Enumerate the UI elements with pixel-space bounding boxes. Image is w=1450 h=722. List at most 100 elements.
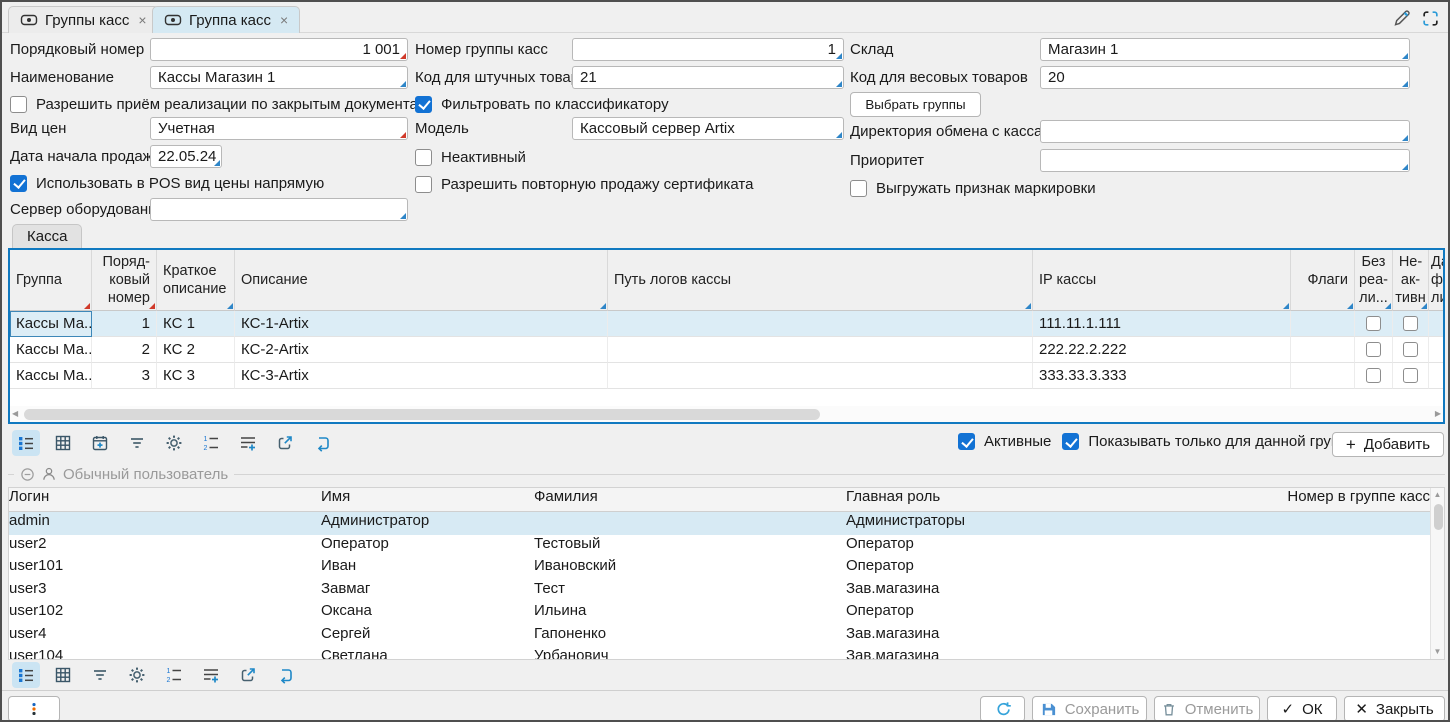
reload-icon[interactable] <box>308 430 336 456</box>
cell-flags[interactable] <box>1291 311 1355 337</box>
cash-table-row[interactable]: Кассы Ма... 1 КС 1 КС-1-Artix 111.11.1.1… <box>10 311 1443 337</box>
numbered-list-icon[interactable]: 12 <box>160 662 188 688</box>
cell-last[interactable]: Ильина <box>534 602 846 625</box>
marking-flag-checkbox[interactable]: Выгружать признак маркировки <box>850 178 1096 198</box>
inactive-checkbox[interactable]: Неактивный <box>415 147 526 167</box>
cell-last[interactable]: Урбанович <box>534 647 846 660</box>
inactive-checkbox[interactable] <box>1403 342 1418 357</box>
cell-seq[interactable]: 2 <box>92 337 157 363</box>
grid-view-icon[interactable] <box>49 430 77 456</box>
cell-num[interactable] <box>1256 647 1430 660</box>
scroll-right-icon[interactable]: ▶ <box>1435 410 1441 418</box>
numbered-list-icon[interactable]: 12 <box>197 430 225 456</box>
col-first-name[interactable]: Имя <box>321 488 534 512</box>
cell-first[interactable]: Оксана <box>321 602 534 625</box>
select-groups-button[interactable]: Выбрать группы <box>850 92 981 117</box>
only-group-filter-checkbox[interactable] <box>1062 433 1079 450</box>
cell-login[interactable]: user104 <box>9 647 321 660</box>
col-login[interactable]: Логин <box>9 488 321 512</box>
user-row[interactable]: user102 Оксана Ильина Оператор <box>9 602 1444 625</box>
tab-close-icon[interactable]: × <box>280 12 288 28</box>
col-group-number[interactable]: Номер в группе касс <box>1256 488 1430 512</box>
scroll-left-icon[interactable]: ◀ <box>12 410 18 418</box>
cell-role[interactable]: Оператор <box>846 602 1256 625</box>
cell-ip[interactable]: 222.22.2.222 <box>1033 337 1291 363</box>
cert-resale-checkbox[interactable]: Разрешить повторную продажу сертификата <box>415 174 753 194</box>
cell-short[interactable]: КС 1 <box>157 311 235 337</box>
add-row-icon[interactable] <box>234 430 262 456</box>
maximize-icon[interactable] <box>1418 7 1442 29</box>
user-row[interactable]: user2 Оператор Тестовый Оператор <box>9 535 1444 558</box>
col-log-path[interactable]: Путь логов кассы <box>608 250 1033 311</box>
more-actions-button[interactable] <box>8 696 60 722</box>
active-filter-checkbox[interactable] <box>958 433 975 450</box>
calendar-add-icon[interactable] <box>86 430 114 456</box>
cell-login[interactable]: user3 <box>9 580 321 603</box>
cell-first[interactable]: Оператор <box>321 535 534 558</box>
cell-num[interactable] <box>1256 512 1430 535</box>
collapse-icon[interactable] <box>20 467 35 482</box>
price-type-field[interactable]: Учетная <box>150 117 408 140</box>
cell-logs[interactable] <box>608 337 1033 363</box>
cell-last[interactable]: Тест <box>534 580 846 603</box>
col-flags[interactable]: Флаги <box>1291 250 1355 311</box>
cell-flags[interactable] <box>1291 363 1355 389</box>
cell-group[interactable]: Кассы Ма... <box>10 363 92 389</box>
cash-table-row[interactable]: Кассы Ма... 3 КС 3 КС-3-Artix 333.33.3.3… <box>10 363 1443 389</box>
scrollbar-thumb[interactable] <box>24 409 820 420</box>
checkbox-checked-icon[interactable] <box>415 96 432 113</box>
seq-number-field[interactable]: 1 001 <box>150 38 408 61</box>
cell-last[interactable]: Ивановский <box>534 557 846 580</box>
gear-icon[interactable] <box>160 430 188 456</box>
checkbox-icon[interactable] <box>10 96 27 113</box>
cell-login[interactable]: admin <box>9 512 321 535</box>
cell-ip[interactable]: 111.11.1.111 <box>1033 311 1291 337</box>
hw-server-field[interactable] <box>150 198 408 221</box>
cell-first[interactable]: Светлана <box>321 647 534 660</box>
cell-logs[interactable] <box>608 311 1033 337</box>
user-row[interactable]: user101 Иван Ивановский Оператор <box>9 557 1444 580</box>
cell-first[interactable]: Иван <box>321 557 534 580</box>
gear-icon[interactable] <box>123 662 151 688</box>
cash-table-row[interactable]: Кассы Ма... 2 КС 2 КС-2-Artix 222.22.2.2… <box>10 337 1443 363</box>
cell-first[interactable]: Завмаг <box>321 580 534 603</box>
sales-date-field[interactable]: 22.05.24 <box>150 145 222 168</box>
checkbox-checked-icon[interactable] <box>10 175 27 192</box>
cell-role[interactable]: Оператор <box>846 535 1256 558</box>
cell-first[interactable]: Администратор <box>321 512 534 535</box>
tab-kassa[interactable]: Касса <box>12 224 82 248</box>
weight-code-field[interactable]: 20 <box>1040 66 1410 89</box>
exchange-dir-field[interactable] <box>1040 120 1410 143</box>
cell-login[interactable]: user102 <box>9 602 321 625</box>
cell-desc[interactable]: КС-1-Artix <box>235 311 608 337</box>
scroll-down-icon[interactable]: ▼ <box>1434 648 1442 656</box>
col-description[interactable]: Описание <box>235 250 608 311</box>
cell-seq[interactable]: 3 <box>92 363 157 389</box>
scrollbar-thumb[interactable] <box>1434 504 1443 530</box>
cell-num[interactable] <box>1256 602 1430 625</box>
col-no-realization[interactable]: Без реа- ли... <box>1355 250 1393 311</box>
checkbox-icon[interactable] <box>850 180 867 197</box>
col-main-role[interactable]: Главная роль <box>846 488 1256 512</box>
scroll-up-icon[interactable]: ▲ <box>1434 491 1442 499</box>
col-clipped[interactable]: Да фи ли <box>1429 250 1443 311</box>
user-row[interactable]: user3 Завмаг Тест Зав.магазина <box>9 580 1444 603</box>
user-row[interactable]: admin Администратор Администраторы <box>9 512 1444 535</box>
cell-role[interactable]: Администраторы <box>846 512 1256 535</box>
inactive-checkbox[interactable] <box>1403 316 1418 331</box>
list-view-icon[interactable] <box>12 430 40 456</box>
inactive-checkbox[interactable] <box>1403 368 1418 383</box>
cell-group[interactable]: Кассы Ма... <box>10 337 92 363</box>
model-field[interactable]: Кассовый сервер Artix <box>572 117 844 140</box>
col-short-desc[interactable]: Краткое описание <box>157 250 235 311</box>
name-field[interactable]: Кассы Магазин 1 <box>150 66 408 89</box>
store-field[interactable]: Магазин 1 <box>1040 38 1410 61</box>
col-seq-number[interactable]: Поряд- ковый номер <box>92 250 157 311</box>
cell-seq[interactable]: 1 <box>92 311 157 337</box>
cell-role[interactable]: Оператор <box>846 557 1256 580</box>
col-inactive[interactable]: Не- ак- тивн <box>1393 250 1429 311</box>
cell-first[interactable]: Сергей <box>321 625 534 648</box>
no-realization-checkbox[interactable] <box>1366 368 1381 383</box>
cell-role[interactable]: Зав.магазина <box>846 580 1256 603</box>
open-external-icon[interactable] <box>271 430 299 456</box>
